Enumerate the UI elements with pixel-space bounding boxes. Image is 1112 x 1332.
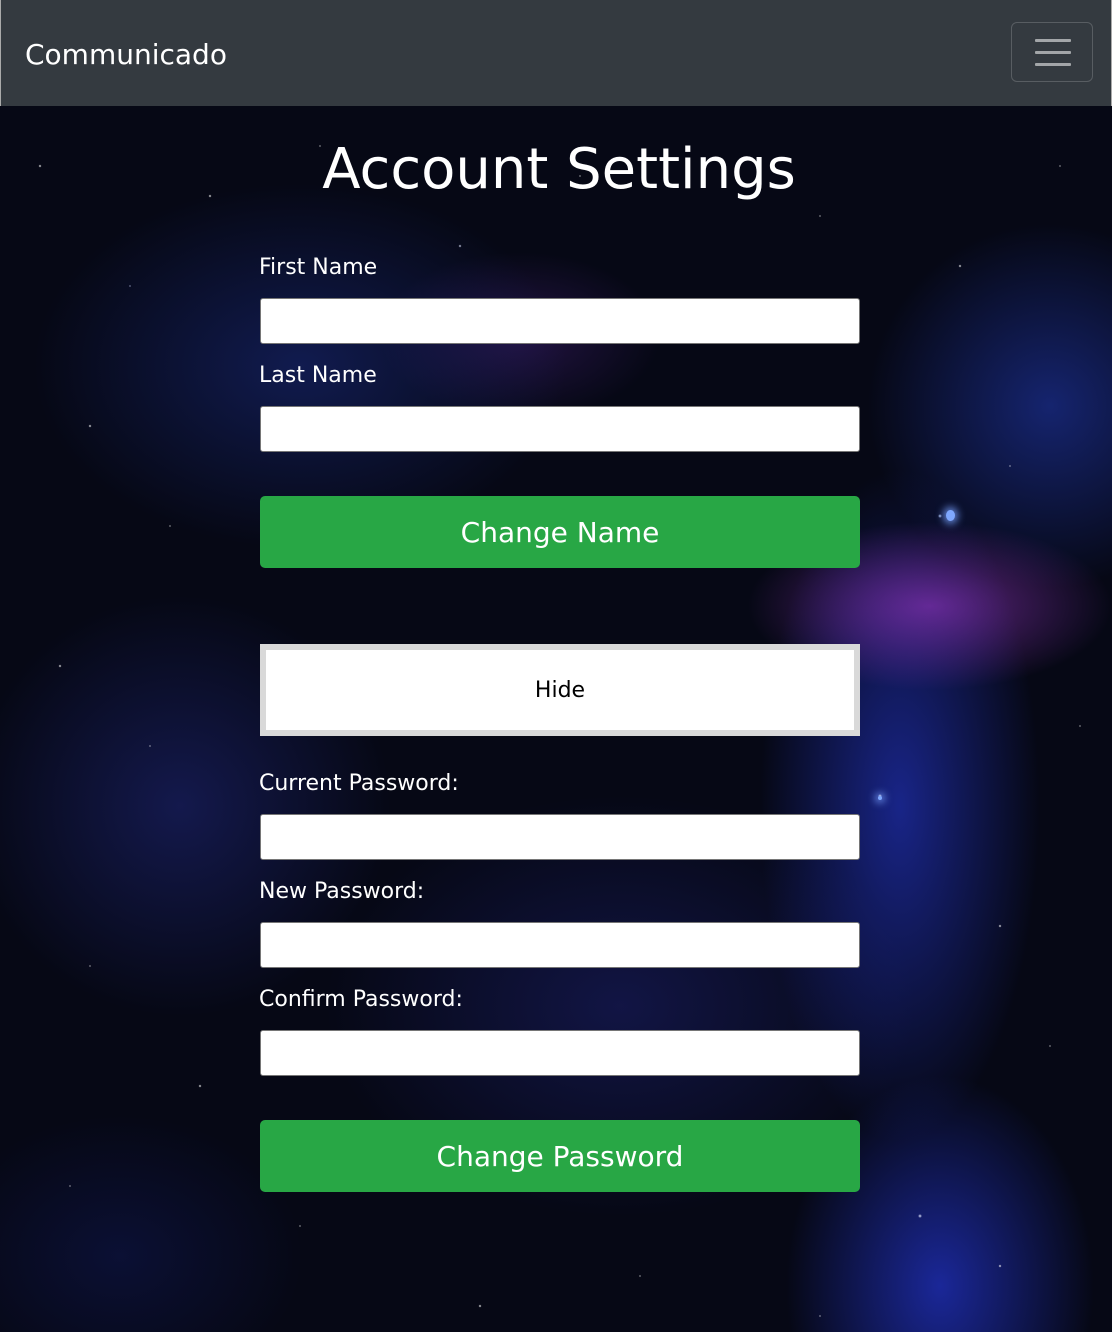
page-title: Account Settings [322, 137, 796, 202]
confirm-password-label: Confirm Password: [259, 987, 463, 1012]
hamburger-menu-icon [1035, 39, 1071, 42]
star-glow [878, 796, 882, 800]
hamburger-menu-icon [1035, 63, 1071, 66]
hamburger-menu-icon [1035, 51, 1071, 54]
last-name-label: Last Name [259, 363, 377, 388]
last-name-input[interactable] [260, 406, 860, 452]
change-name-button[interactable]: Change Name [260, 496, 860, 568]
new-password-input[interactable] [260, 922, 860, 968]
first-name-label: First Name [259, 255, 378, 280]
navbar: Communicado [0, 0, 1112, 106]
change-password-button[interactable]: Change Password [260, 1120, 860, 1192]
brand-link[interactable]: Communicado [25, 36, 227, 74]
navbar-toggler-button[interactable] [1011, 22, 1093, 82]
confirm-password-input[interactable] [260, 1030, 860, 1076]
star-glow [946, 510, 955, 521]
hide-toggle-button[interactable]: Hide [260, 644, 860, 736]
page: Communicado Account Settings First Name … [0, 0, 1112, 1332]
first-name-input[interactable] [260, 298, 860, 344]
current-password-label: Current Password: [259, 771, 459, 796]
current-password-input[interactable] [260, 814, 860, 860]
new-password-label: New Password: [259, 879, 425, 904]
